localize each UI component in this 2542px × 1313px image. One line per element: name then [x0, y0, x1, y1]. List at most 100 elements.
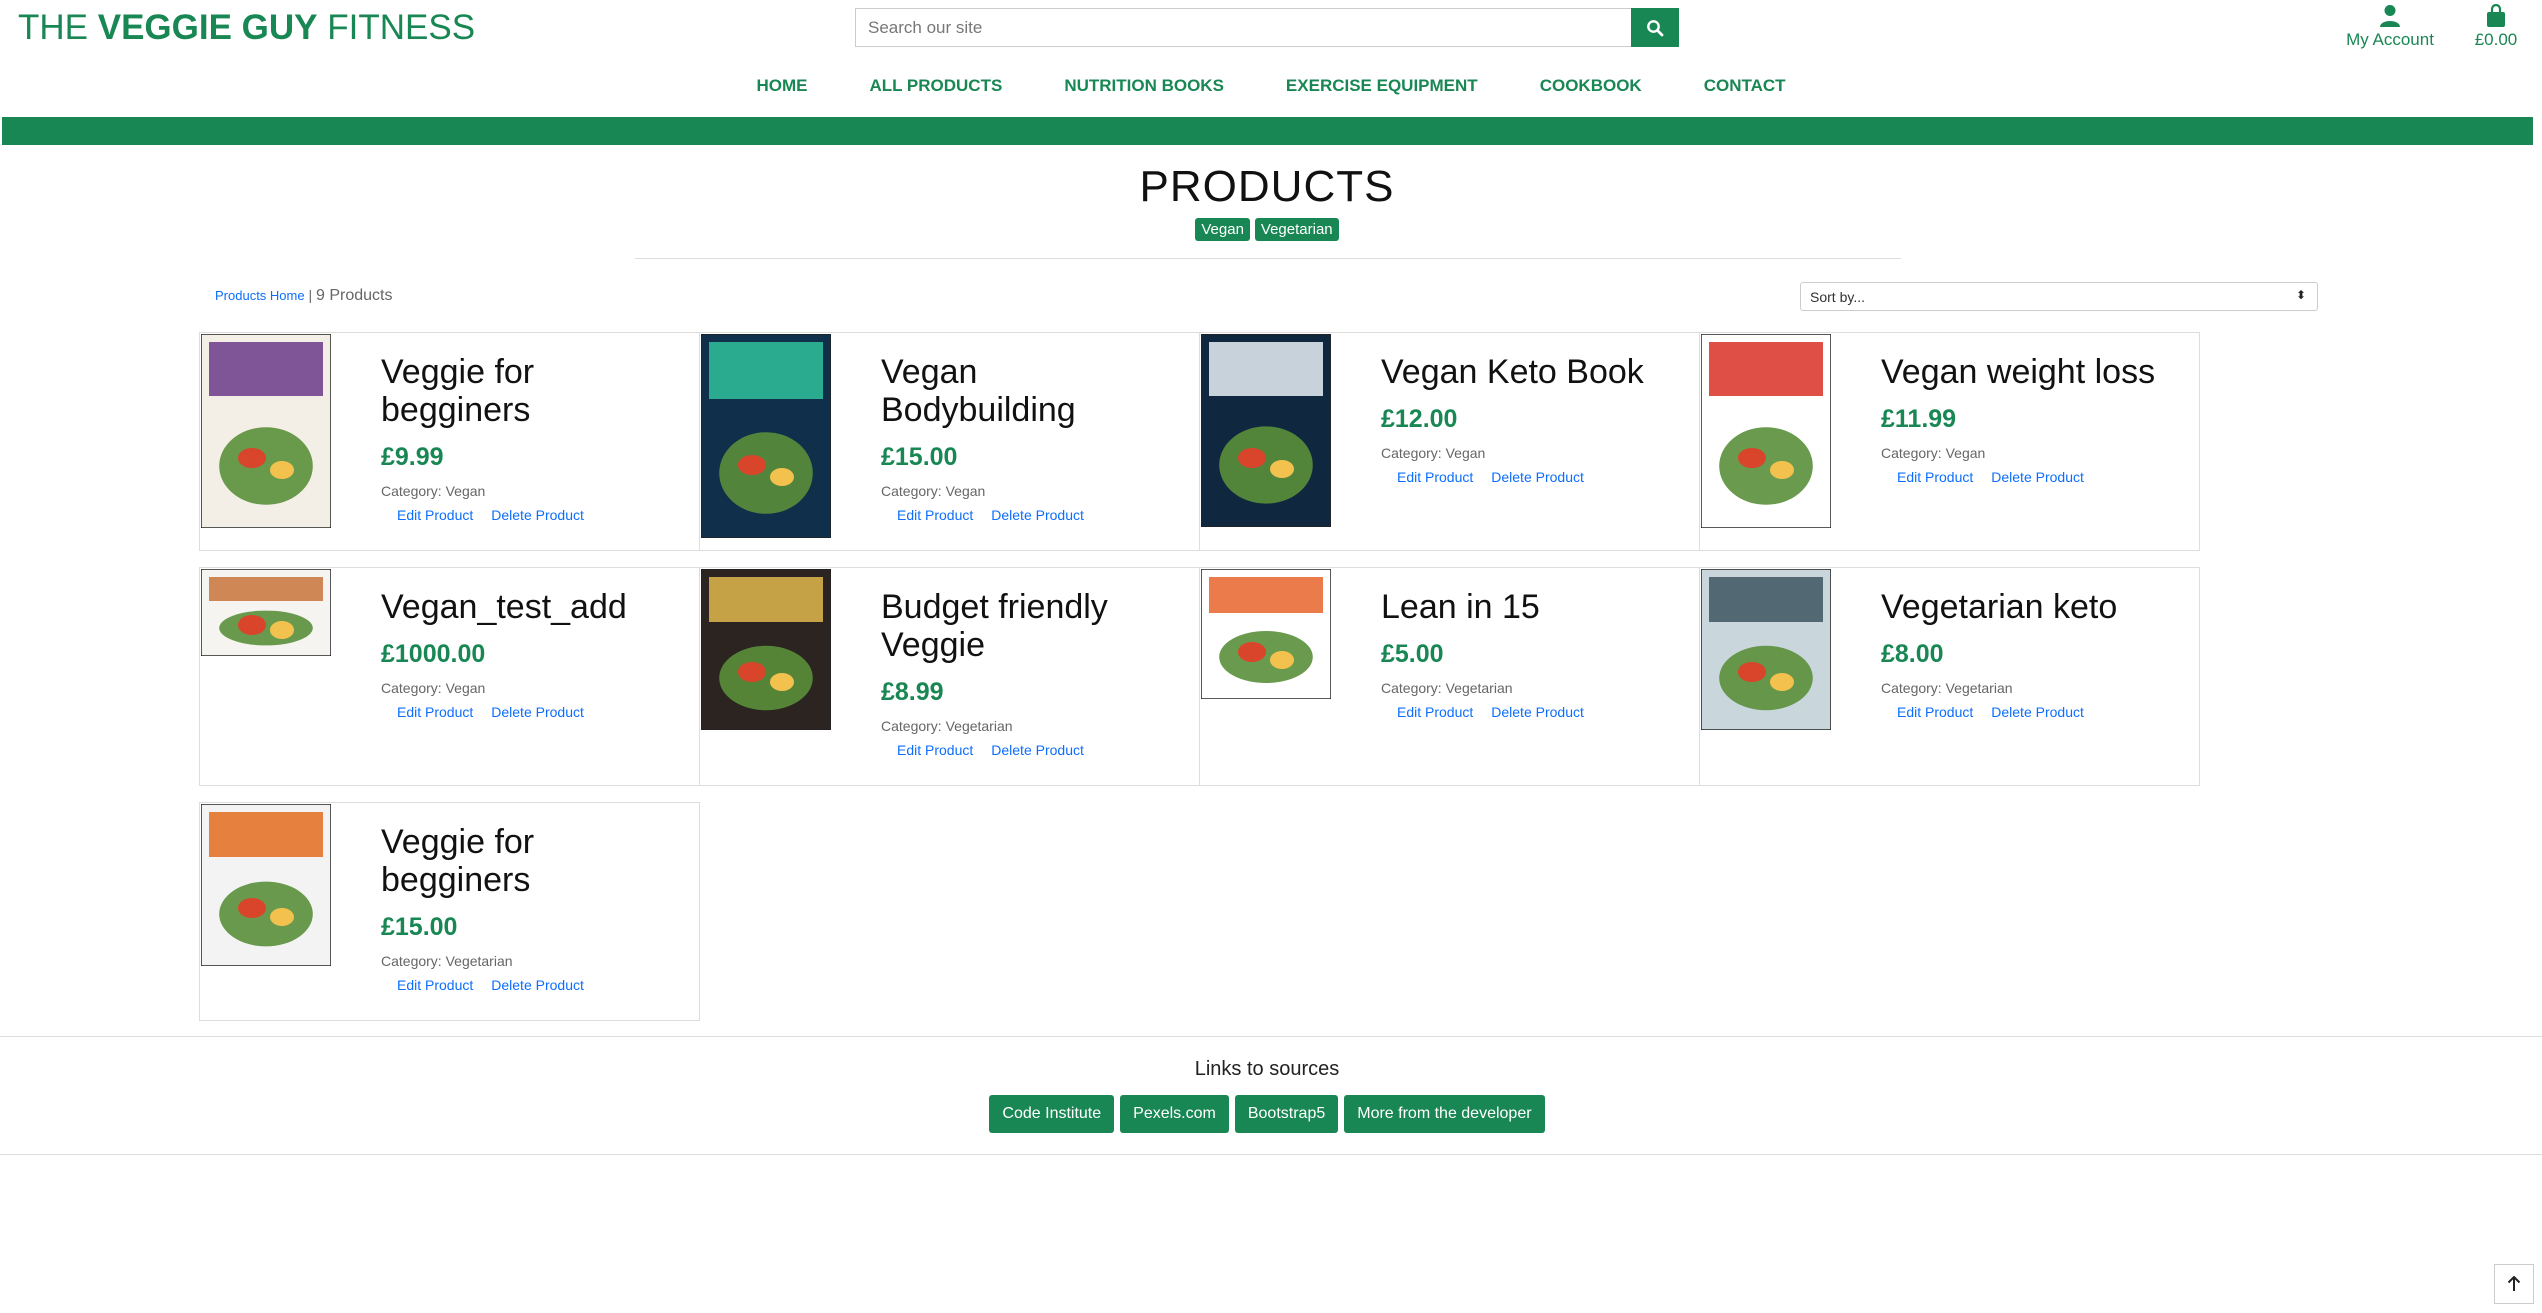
- product-card: Veggie for begginers £15.00 Category: Vege…: [199, 802, 700, 1021]
- sort-select[interactable]: Sort by... ⬍: [1800, 282, 2318, 311]
- product-image[interactable]: [1200, 333, 1332, 528]
- delete-product-link[interactable]: Delete Product: [991, 742, 1084, 758]
- footer-link-code-institute[interactable]: Code Institute: [989, 1095, 1115, 1133]
- product-image[interactable]: [200, 568, 332, 657]
- search-form: [855, 8, 1679, 47]
- product-category[interactable]: Category: Vegetarian: [881, 718, 1181, 734]
- sort-select-value: Sort by...: [1810, 289, 1865, 305]
- delete-product-link[interactable]: Delete Product: [991, 507, 1084, 523]
- edit-product-link[interactable]: Edit Product: [397, 977, 473, 993]
- nav-all-products[interactable]: ALL PRODUCTS: [869, 76, 1002, 96]
- product-name[interactable]: Vegan Bodybuilding: [881, 353, 1181, 429]
- footer-link-developer[interactable]: More from the developer: [1344, 1095, 1545, 1133]
- product-name[interactable]: Vegetarian keto: [1881, 588, 2181, 626]
- nav-home[interactable]: HOME: [756, 76, 807, 96]
- product-info: Veggie for begginers £9.99 Category: Vegan…: [381, 353, 681, 523]
- nav-nutrition-books[interactable]: NUTRITION BOOKS: [1064, 76, 1224, 96]
- product-info: Veggie for begginers £15.00 Category: Vege…: [381, 823, 681, 993]
- page-title: PRODUCTS: [1139, 162, 1395, 211]
- delete-product-link[interactable]: Delete Product: [491, 507, 584, 523]
- tag-vegan[interactable]: Vegan: [1195, 218, 1250, 241]
- product-name[interactable]: Budget friendly Veggie: [881, 588, 1181, 664]
- product-category[interactable]: Category: Vegan: [1881, 445, 2181, 461]
- product-actions: Edit Product Delete Product: [1381, 469, 1681, 485]
- product-info: Vegan weight loss £11.99 Category: Vegan Ed…: [1881, 353, 2181, 485]
- product-info: Vegan Bodybuilding £15.00 Category: Vegan E…: [881, 353, 1181, 523]
- product-image[interactable]: [700, 568, 832, 731]
- footer-link-pexels[interactable]: Pexels.com: [1120, 1095, 1229, 1133]
- product-image[interactable]: [1700, 568, 1832, 731]
- product-name[interactable]: Veggie for begginers: [381, 823, 681, 899]
- search-button[interactable]: [1631, 8, 1679, 47]
- back-to-top-button[interactable]: [2494, 1264, 2534, 1304]
- footer-divider-top: [0, 1036, 2542, 1037]
- logo-suffix: FITNESS: [317, 8, 476, 47]
- product-name[interactable]: Lean in 15: [1381, 588, 1681, 626]
- product-image[interactable]: [700, 333, 832, 539]
- product-category[interactable]: Category: Vegetarian: [1881, 680, 2181, 696]
- product-name[interactable]: Vegan weight loss: [1881, 353, 2181, 391]
- product-name[interactable]: Vegan Keto Book: [1381, 353, 1681, 391]
- edit-product-link[interactable]: Edit Product: [1897, 469, 1973, 485]
- delete-product-link[interactable]: Delete Product: [491, 704, 584, 720]
- arrow-up-icon: [2507, 1276, 2521, 1291]
- delete-product-link[interactable]: Delete Product: [1491, 704, 1584, 720]
- edit-product-link[interactable]: Edit Product: [1397, 469, 1473, 485]
- product-category[interactable]: Category: Vegan: [381, 680, 681, 696]
- site-logo[interactable]: THE VEGGIE GUY FITNESS: [18, 8, 475, 48]
- delete-product-link[interactable]: Delete Product: [1491, 469, 1584, 485]
- category-tags: Vegan Vegetarian: [0, 218, 2534, 241]
- product-price: £11.99: [1881, 405, 1957, 433]
- product-price: £15.00: [881, 443, 958, 471]
- product-card: Lean in 15 £5.00 Category: Vegetarian Edit …: [1199, 567, 1700, 786]
- my-account-link[interactable]: My Account: [2338, 4, 2442, 50]
- product-image[interactable]: [200, 803, 332, 967]
- product-category[interactable]: Category: Vegetarian: [1381, 680, 1681, 696]
- product-image[interactable]: [200, 333, 332, 529]
- product-price: £8.99: [881, 678, 944, 706]
- product-category[interactable]: Category: Vegan: [1381, 445, 1681, 461]
- header-banner-bar: [2, 117, 2533, 145]
- edit-product-link[interactable]: Edit Product: [897, 507, 973, 523]
- my-account-label: My Account: [2346, 30, 2434, 49]
- product-image[interactable]: [1200, 568, 1332, 700]
- delete-product-link[interactable]: Delete Product: [1991, 469, 2084, 485]
- product-category[interactable]: Category: Vegetarian: [381, 953, 681, 969]
- product-name[interactable]: Veggie for begginers: [381, 353, 681, 429]
- product-price: £12.00: [1381, 405, 1458, 433]
- shopping-bag-icon: [2487, 4, 2505, 27]
- search-icon: [1647, 19, 1664, 36]
- product-card: Vegan weight loss £11.99 Category: Vegan Ed…: [1699, 332, 2200, 551]
- delete-product-link[interactable]: Delete Product: [1991, 704, 2084, 720]
- edit-product-link[interactable]: Edit Product: [1397, 704, 1473, 720]
- shopping-bag-link[interactable]: £0.00: [2470, 4, 2522, 50]
- product-category[interactable]: Category: Vegan: [881, 483, 1181, 499]
- product-info: Budget friendly Veggie £8.99 Category: Veg…: [881, 588, 1181, 758]
- search-input[interactable]: [855, 8, 1631, 47]
- nav-contact[interactable]: CONTACT: [1704, 76, 1786, 96]
- edit-product-link[interactable]: Edit Product: [1897, 704, 1973, 720]
- sort-caret-icon: ⬍: [2295, 288, 2306, 302]
- products-home-link[interactable]: Products Home: [215, 288, 305, 303]
- product-actions: Edit Product Delete Product: [381, 507, 681, 523]
- nav-exercise-equipment[interactable]: EXERCISE EQUIPMENT: [1286, 76, 1478, 96]
- tag-vegetarian[interactable]: Vegetarian: [1254, 218, 1339, 241]
- product-price: £1000.00: [381, 640, 486, 668]
- edit-product-link[interactable]: Edit Product: [397, 507, 473, 523]
- bag-total: £0.00: [2474, 30, 2518, 49]
- footer-title: Links to sources: [1194, 1058, 1340, 1080]
- product-info: Vegan_test_add £1000.00 Category: Vegan Edi…: [381, 588, 681, 720]
- product-category[interactable]: Category: Vegan: [381, 483, 681, 499]
- title-divider: [635, 258, 1901, 259]
- product-name[interactable]: Vegan_test_add: [381, 588, 681, 626]
- logo-prefix: THE: [18, 8, 98, 47]
- footer-link-bootstrap[interactable]: Bootstrap5: [1234, 1095, 1339, 1133]
- product-image[interactable]: [1700, 333, 1832, 529]
- edit-product-link[interactable]: Edit Product: [897, 742, 973, 758]
- delete-product-link[interactable]: Delete Product: [491, 977, 584, 993]
- nav-cookbook[interactable]: COOKBOOK: [1540, 76, 1642, 96]
- edit-product-link[interactable]: Edit Product: [397, 704, 473, 720]
- product-actions: Edit Product Delete Product: [381, 704, 681, 720]
- product-count: 9 Products: [316, 287, 393, 304]
- product-info: Vegan Keto Book £12.00 Category: Vegan Edit…: [1381, 353, 1681, 485]
